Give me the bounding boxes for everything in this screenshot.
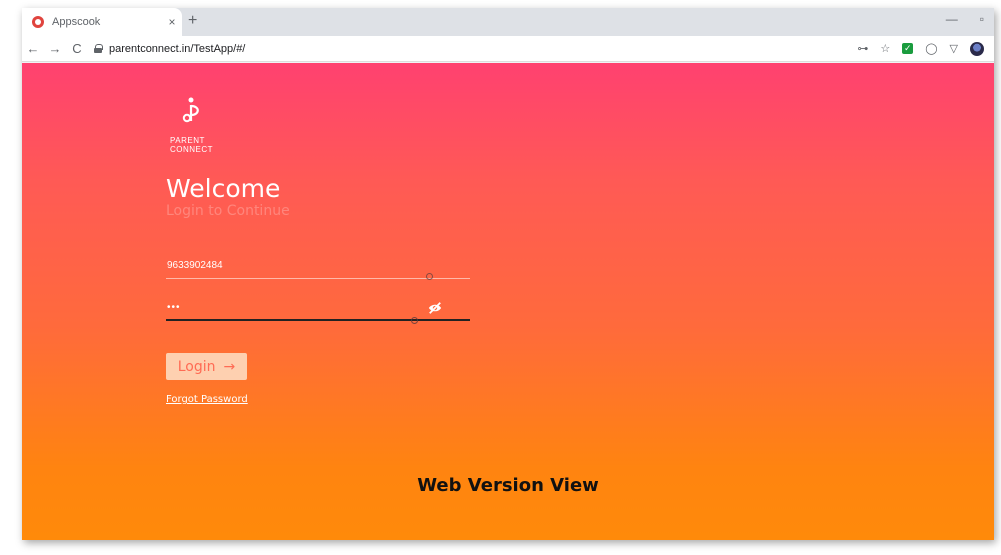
phone-number-field[interactable]: 9633902484	[166, 255, 470, 280]
hide-password-eye-icon[interactable]	[428, 301, 442, 315]
tab-strip: Appscook × + — ▫	[22, 8, 994, 36]
login-subtitle: Login to Continue	[166, 203, 290, 219]
login-button[interactable]: Login →	[166, 353, 247, 380]
circle-extension-icon[interactable]: ◯	[925, 42, 937, 55]
address-bar[interactable]: parentconnect.in/TestApp/#/	[94, 39, 857, 59]
web-version-caption: Web Version View	[417, 475, 599, 496]
maximize-icon[interactable]: ▫	[980, 12, 984, 26]
browser-tab[interactable]: Appscook ×	[22, 8, 182, 36]
parent-connect-logo: PARENT CONNECT	[170, 97, 230, 154]
lock-icon	[94, 44, 103, 53]
login-page: PARENT CONNECT Welcome Login to Continue…	[22, 63, 994, 540]
autofill-indicator-icon	[411, 317, 418, 324]
logo-mark-icon	[182, 97, 199, 123]
close-tab-icon[interactable]: ×	[162, 15, 182, 29]
password-value[interactable]: •••	[166, 297, 470, 319]
profile-avatar[interactable]	[970, 41, 984, 56]
window-controls: — ▫	[946, 12, 984, 26]
appscook-favicon-icon	[32, 16, 44, 28]
tab-title: Appscook	[52, 16, 101, 28]
back-icon[interactable]: ←	[22, 41, 44, 56]
login-button-label: Login	[177, 358, 216, 375]
logo-text: PARENT CONNECT	[170, 136, 214, 154]
url-text[interactable]: parentconnect.in/TestApp/#/	[109, 43, 245, 55]
browser-window: Appscook × + — ▫ ← → C parentconnect.in/…	[22, 8, 994, 540]
new-tab-icon[interactable]: +	[188, 12, 197, 30]
extension-icons: ⊶ ☆ ✓ ◯ ▽	[857, 41, 984, 56]
minimize-icon[interactable]: —	[946, 12, 958, 26]
browser-toolbar: ← → C parentconnect.in/TestApp/#/ ⊶ ☆ ✓ …	[22, 36, 994, 62]
key-icon[interactable]: ⊶	[857, 42, 868, 55]
autofill-indicator-icon	[426, 273, 433, 280]
star-icon[interactable]: ☆	[880, 42, 890, 55]
phone-number-value[interactable]: 9633902484	[166, 255, 470, 277]
forward-icon[interactable]: →	[44, 41, 66, 56]
password-field[interactable]: •••	[166, 297, 470, 324]
shield-extension-icon[interactable]: ▽	[950, 42, 958, 55]
forgot-password-link[interactable]: Forgot Password	[166, 394, 248, 405]
checkmark-extension-icon[interactable]: ✓	[902, 43, 914, 54]
arrow-right-icon: →	[223, 358, 236, 375]
reload-icon[interactable]: C	[66, 41, 88, 56]
welcome-heading: Welcome	[166, 174, 281, 203]
